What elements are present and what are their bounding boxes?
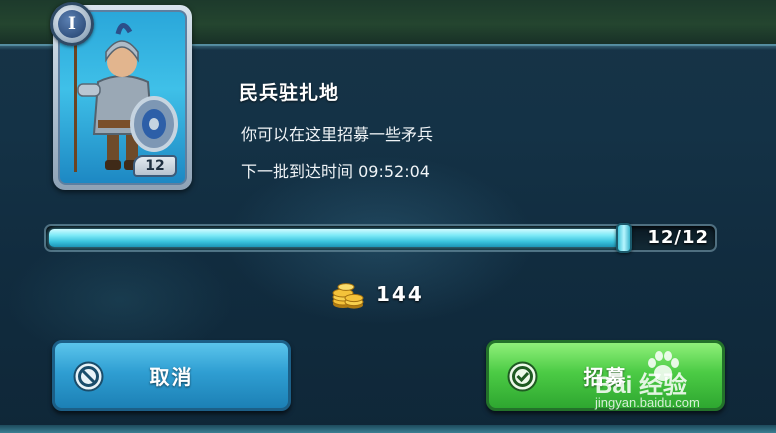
slider-count-label: 12/12	[647, 227, 709, 248]
next-batch-timer: 下一批到达时间 09:52:04	[241, 162, 430, 181]
level-badge: I	[50, 2, 94, 46]
troop-count-tag: 12	[133, 155, 177, 177]
unit-card: 12 I	[50, 2, 192, 190]
level-roman-numeral: I	[68, 14, 76, 34]
baidu-jingyan-watermark: Bai 经验 jingyan.baidu.com	[595, 347, 770, 417]
slider-handle[interactable]	[616, 223, 632, 253]
recruit-quantity-slider[interactable]: 12/12	[44, 223, 717, 253]
level-badge-emblem: I	[58, 10, 86, 38]
recruit-cost-value: 144	[376, 282, 424, 306]
slider-fill	[49, 229, 623, 247]
building-title: 民兵驻扎地	[239, 82, 340, 104]
cancel-button-label: 取消	[149, 365, 194, 389]
bottom-frame-edge	[0, 425, 776, 433]
watermark-url: jingyan.baidu.com	[595, 395, 700, 410]
troop-count: 12	[145, 158, 165, 174]
building-description: 你可以在这里招募一些矛兵	[241, 125, 434, 144]
gold-coins-icon	[332, 283, 364, 309]
cancel-button[interactable]: 取消	[52, 340, 291, 411]
